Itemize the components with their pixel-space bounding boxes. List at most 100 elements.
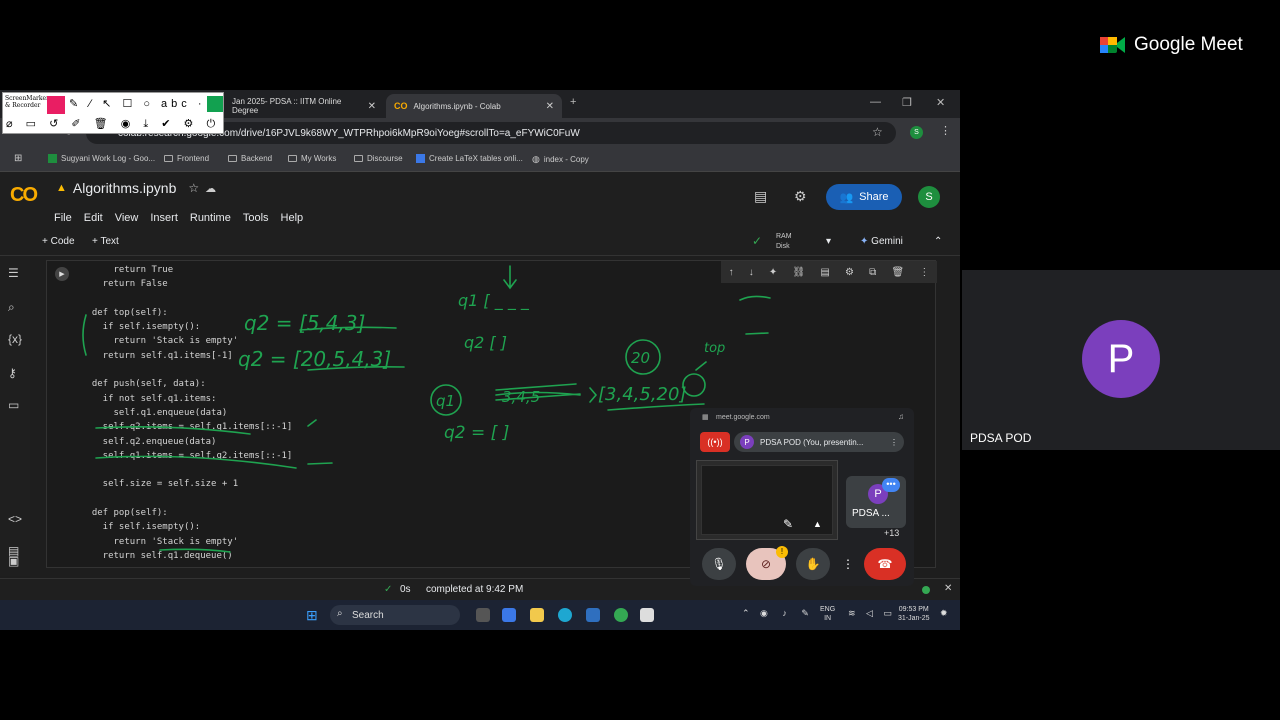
mic-button[interactable]: 🎙 — [702, 548, 736, 580]
annotate-pen-icon[interactable]: ✎ — [783, 517, 793, 531]
search-icon[interactable]: ⌕ — [8, 300, 15, 315]
windows-start-icon[interactable]: ⊞ — [306, 607, 318, 624]
presenting-banner[interactable]: P PDSA POD (You, presentin... ⋮ — [734, 432, 904, 452]
more-options-button[interactable]: ⋮ — [838, 548, 858, 580]
annotation-toolbar[interactable]: ScreenMarker & Recorder ✎ ∕ ↖ ☐ ○ abc · … — [2, 92, 224, 134]
meet-pip-window[interactable]: ▦ meet.google.com ♫ ((•)) P PDSA POD (Yo… — [690, 408, 914, 586]
pip-participant-tile[interactable]: P ••• PDSA ... — [846, 476, 906, 528]
leave-call-button[interactable]: ☎ — [864, 548, 906, 580]
extra-participants-count[interactable]: +13 — [884, 528, 899, 538]
new-tab-icon[interactable]: + — [570, 96, 576, 108]
menu-runtime[interactable]: Runtime — [190, 212, 231, 224]
code-line[interactable]: return self.q1.dequeue() — [81, 549, 292, 563]
network-sound-battery-icons[interactable]: ≋ ◁ ▭ — [848, 608, 896, 619]
bookmark-latex[interactable]: Create LaTeX tables onli... — [416, 154, 523, 163]
star-icon[interactable]: ☆ — [188, 181, 199, 195]
secrets-key-icon[interactable]: ⚷ — [8, 366, 17, 380]
add-text-button[interactable]: + Text — [92, 236, 119, 247]
presenting-indicator-icon[interactable]: ((•)) — [700, 432, 730, 452]
menu-help[interactable]: Help — [281, 212, 304, 224]
menu-file[interactable]: File — [54, 212, 72, 224]
bookmark-backend[interactable]: Backend — [228, 154, 272, 163]
notification-icon[interactable]: ✹ — [940, 608, 948, 619]
code-line[interactable]: if self.isempty(): — [81, 520, 292, 534]
move-up-icon[interactable]: ↑ — [729, 267, 734, 278]
annotation-tool-row1[interactable]: ✎ ∕ ↖ ☐ ○ abc · — [69, 97, 206, 110]
add-code-button[interactable]: + Code — [42, 236, 75, 247]
code-line[interactable]: return 'Stack is empty' — [81, 535, 292, 549]
code-editor[interactable]: return True return False def top(self): … — [81, 263, 293, 563]
taskbar-search[interactable]: ⌕ Search — [330, 605, 460, 625]
cell-settings-icon[interactable]: ⚙ — [845, 267, 854, 278]
close-status-icon[interactable]: ✕ — [944, 583, 952, 594]
tray-chevron-icon[interactable]: ⌃ — [742, 608, 750, 619]
link-icon[interactable]: ⛓ — [792, 267, 805, 278]
terminal-icon[interactable]: ▣ — [8, 554, 19, 568]
clock[interactable]: 09:53 PM 31-Jan-25 — [898, 605, 930, 623]
file-explorer-icon[interactable] — [530, 608, 544, 622]
variables-icon[interactable]: {x} — [8, 332, 22, 346]
code-line[interactable]: def push(self, data): — [81, 377, 292, 391]
code-snippets-icon[interactable]: <> — [8, 512, 22, 526]
runtime-dropdown-icon[interactable]: ▾ — [826, 236, 831, 247]
bookmark-index[interactable]: ◍ index - Copy — [532, 154, 589, 165]
tab-colab[interactable]: CO Algorithms.ipynb - Colab ✕ — [386, 94, 562, 118]
chrome-icon[interactable] — [614, 608, 628, 622]
toc-icon[interactable]: ☰ — [8, 266, 19, 280]
code-line[interactable]: return True — [81, 263, 292, 277]
presenting-more-icon[interactable]: ⋮ — [890, 438, 898, 447]
code-line[interactable]: self.q1.enqueue(data) — [81, 406, 292, 420]
code-line[interactable]: self.q1.items = self.q2.items[::-1] — [81, 449, 293, 463]
close-window-icon[interactable]: ✕ — [936, 96, 945, 109]
mirror-cell-icon[interactable]: ⧉ — [869, 267, 876, 278]
copilot-icon[interactable] — [502, 608, 516, 622]
profile-icon[interactable]: S — [910, 126, 923, 139]
menu-edit[interactable]: Edit — [84, 212, 103, 224]
menu-insert[interactable]: Insert — [150, 212, 178, 224]
menu-view[interactable]: View — [115, 212, 139, 224]
comment-cell-icon[interactable]: ▤ — [820, 267, 829, 278]
code-line[interactable] — [81, 463, 292, 477]
pen-tool-icon[interactable] — [47, 96, 65, 114]
bookmark-frontend[interactable]: Frontend — [164, 154, 209, 163]
code-line[interactable]: def pop(self): — [81, 506, 292, 520]
code-line[interactable]: self.q2.enqueue(data) — [81, 435, 292, 449]
raise-hand-button[interactable]: ✋ — [796, 548, 830, 580]
bookmark-discourse[interactable]: Discourse — [354, 154, 403, 163]
comment-icon[interactable]: ▤ — [754, 188, 767, 205]
close-tab-icon[interactable]: ✕ — [368, 101, 376, 112]
code-line[interactable]: self.size = self.size + 1 — [81, 477, 292, 491]
user-avatar[interactable]: S — [918, 186, 940, 208]
gemini-cell-icon[interactable]: ✦ — [769, 267, 777, 278]
bookmark-my-works[interactable]: My Works — [288, 154, 336, 163]
code-line[interactable]: if self.isempty(): — [81, 320, 292, 334]
color-swatch-green[interactable] — [207, 96, 223, 112]
annotation-tool-row2[interactable]: ⌀ ▭ ↺ ✐ 🗑 ◉ ⤓ ✔ ⚙ ⏻ — [6, 117, 220, 131]
gemini-button[interactable]: ✦ Gemini — [860, 236, 903, 247]
code-line[interactable]: if not self.q1.items: — [81, 392, 292, 406]
code-line[interactable] — [81, 363, 292, 377]
collapse-icon[interactable]: ⌃ — [934, 236, 942, 247]
language-indicator[interactable]: ENG IN — [820, 605, 835, 623]
share-button[interactable]: 👥 Share — [826, 184, 902, 210]
settings-gear-icon[interactable]: ⚙ — [794, 188, 807, 205]
notebook-title[interactable]: Algorithms.ipynb — [73, 180, 177, 196]
participant-tile[interactable]: P PDSA POD — [962, 270, 1280, 450]
edge-icon[interactable] — [558, 608, 572, 622]
code-line[interactable]: return False — [81, 277, 292, 291]
code-line[interactable]: return self.q1.items[-1] — [81, 349, 292, 363]
tray-icons[interactable]: ◉ ♪ ✎ — [760, 608, 815, 619]
screenmarker-icon[interactable] — [640, 608, 654, 622]
delete-cell-icon[interactable]: 🗑 — [891, 267, 904, 278]
code-line[interactable] — [81, 492, 292, 506]
code-line[interactable]: def top(self): — [81, 306, 292, 320]
browser-menu-icon[interactable]: ⋮ — [940, 124, 951, 137]
status-text[interactable]: completed at 9:42 PM — [426, 584, 523, 595]
minimize-icon[interactable]: — — [870, 96, 881, 108]
bookmark-work-log[interactable]: Sugyani Work Log - Goo... — [48, 154, 155, 163]
bookmark-star-icon[interactable]: ☆ — [872, 125, 883, 139]
colab-logo[interactable]: CO — [10, 184, 38, 207]
tab-pdsa[interactable]: Jan 2025- PDSA :: IITM Online Degree ✕ — [224, 94, 384, 118]
task-view-icon[interactable] — [476, 608, 490, 622]
apps-grid-icon[interactable]: ⊞ — [14, 153, 22, 164]
